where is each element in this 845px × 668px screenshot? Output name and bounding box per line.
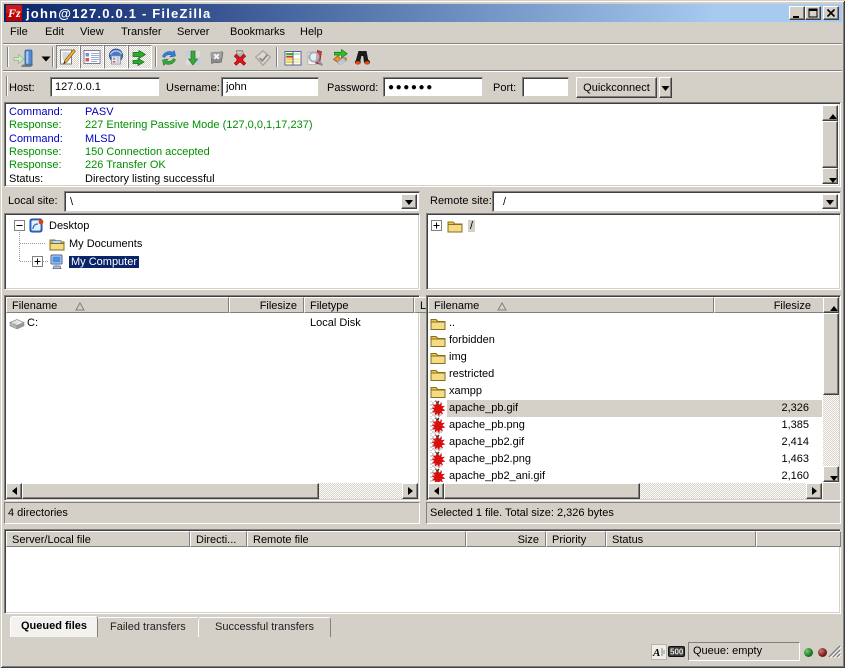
svg-text:Fz: Fz xyxy=(7,6,21,20)
svg-text:A: A xyxy=(652,647,660,659)
svg-text:500: 500 xyxy=(670,648,684,657)
